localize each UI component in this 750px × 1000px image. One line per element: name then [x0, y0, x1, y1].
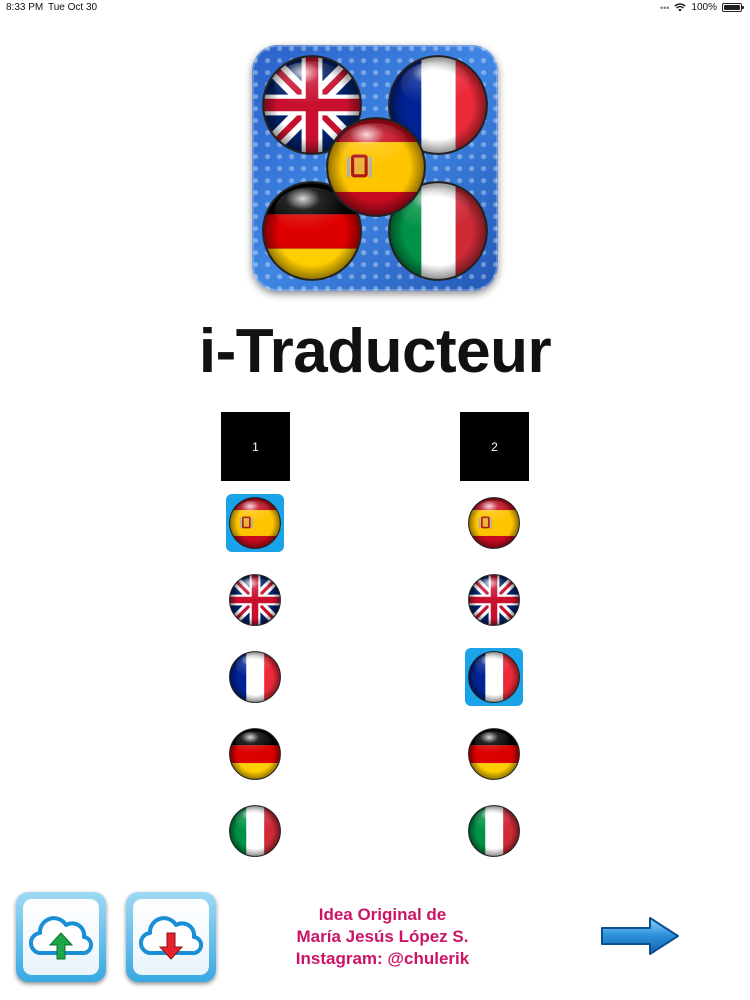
target-language-box: 2 — [460, 412, 529, 481]
credits: Idea Original de María Jesús López S. In… — [250, 904, 515, 970]
italy-flag-icon — [467, 804, 521, 858]
battery-percent: 100% — [691, 2, 717, 13]
spain-flag-icon — [467, 496, 521, 550]
target-flag-spanish-button[interactable] — [465, 494, 523, 552]
cloud-upload-icon — [29, 916, 94, 960]
cloud-download-icon — [139, 916, 204, 960]
status-time: 8:33 PM — [6, 2, 44, 13]
source-flag-german-button[interactable] — [226, 725, 284, 783]
target-flag-english-button[interactable] — [465, 571, 523, 629]
italy-flag-icon — [228, 804, 282, 858]
france-flag-icon — [228, 650, 282, 704]
credits-line-3: Instagram: @chulerik — [295, 949, 470, 968]
uk-flag-icon — [467, 573, 521, 627]
germany-flag-icon — [228, 727, 282, 781]
app-logo — [252, 45, 498, 291]
source-flag-italian-button[interactable] — [226, 802, 284, 860]
credits-line-2: María Jesús López S. — [296, 927, 469, 946]
target-flag-german-button[interactable] — [465, 725, 523, 783]
status-date: Tue Oct 30 — [48, 2, 98, 13]
source-language-box: 1 — [221, 412, 290, 481]
upload-button[interactable] — [16, 892, 106, 982]
spain-flag-icon — [324, 115, 428, 219]
app-title: i-Traducteur — [198, 317, 552, 386]
france-flag-icon — [467, 650, 521, 704]
source-flag-spanish-button[interactable] — [226, 494, 284, 552]
target-flag-italian-button[interactable] — [465, 802, 523, 860]
germany-flag-icon — [467, 727, 521, 781]
next-button[interactable] — [598, 914, 682, 958]
battery-icon — [722, 3, 744, 12]
target-flag-french-button[interactable] — [465, 648, 523, 706]
arrow-right-icon — [601, 917, 679, 955]
source-flag-english-button[interactable] — [226, 571, 284, 629]
credits-line-1: Idea Original de — [318, 905, 447, 924]
multitasking-dots-icon: ••• — [659, 2, 670, 13]
uk-flag-icon — [228, 573, 282, 627]
status-right: ••• 100% — [659, 2, 744, 13]
status-bar: 8:33 PM Tue Oct 30 ••• 100% — [0, 0, 750, 16]
spain-flag-icon — [228, 496, 282, 550]
source-flag-french-button[interactable] — [226, 648, 284, 706]
wifi-icon — [674, 3, 687, 12]
download-button[interactable] — [126, 892, 216, 982]
